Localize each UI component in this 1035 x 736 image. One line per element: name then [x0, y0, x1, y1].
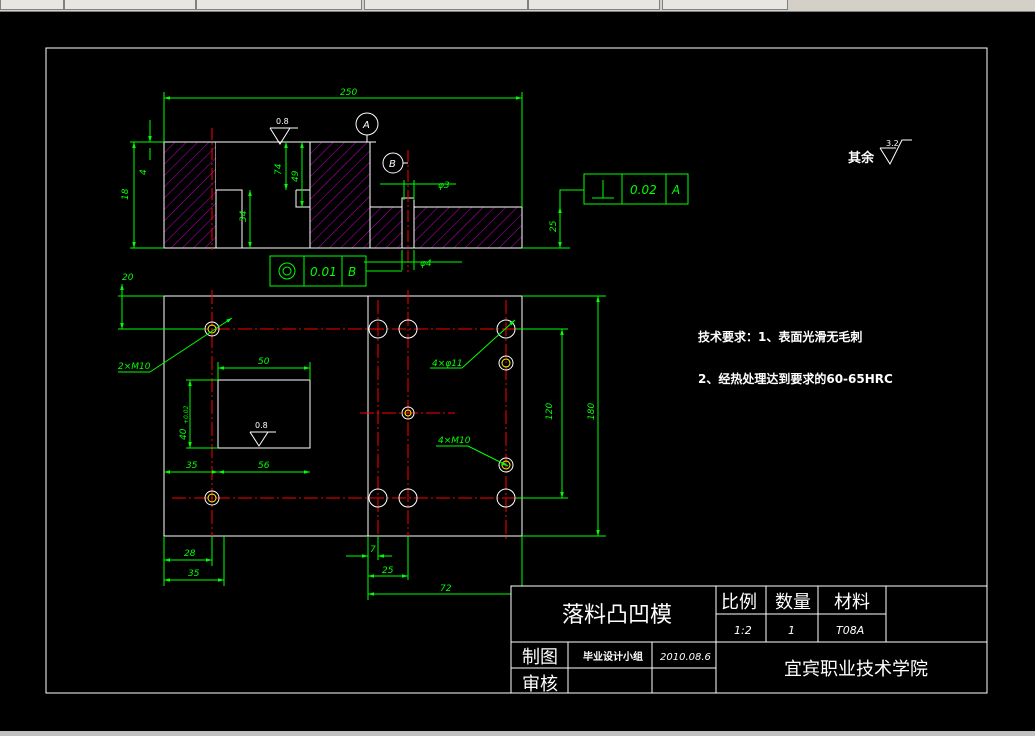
- plan-view: [163, 290, 548, 540]
- review-label: 审核: [522, 674, 558, 695]
- dim-text: 120: [545, 403, 555, 420]
- horizontal-scrollbar[interactable]: [0, 731, 1035, 736]
- dim-text: 74: [274, 163, 284, 175]
- dim-text: 34: [239, 210, 249, 222]
- concentricity-tolerance-frame: 0.01 B: [269, 255, 402, 287]
- scale-value: 1:2: [734, 624, 752, 637]
- dim-text: 25: [382, 566, 394, 576]
- roughness-symbol: 0.8: [269, 117, 298, 145]
- dim-text: φ3: [438, 181, 450, 191]
- dim-text: 250: [340, 88, 357, 98]
- drawn-by: 毕业设计小组: [583, 650, 643, 663]
- dim-text: 7: [370, 545, 376, 555]
- window-tab[interactable]: [196, 0, 362, 10]
- dim-text: φ4: [420, 259, 432, 269]
- dim-text: +0.02: [183, 405, 190, 424]
- drawn-date: 2010.08.6: [660, 652, 711, 663]
- svg-text:A: A: [362, 120, 370, 131]
- school-name: 宜宾职业技术学院: [784, 659, 928, 680]
- roughness-symbol: 0.8: [249, 421, 276, 447]
- dim-text: 25: [549, 220, 559, 232]
- window-tab[interactable]: [662, 0, 788, 10]
- dim-text: 2×M10: [118, 362, 151, 372]
- dim-text: 4×M10: [438, 436, 471, 446]
- datum-a: A: [355, 112, 379, 143]
- roughness-value: 0.8: [276, 117, 289, 126]
- svg-text:B: B: [389, 159, 396, 170]
- dim-text: 50: [258, 357, 270, 367]
- material-value: T08A: [836, 624, 864, 637]
- rest-roughness-label: 其余: [848, 150, 875, 166]
- dim-text: 4×φ11: [432, 359, 463, 369]
- quantity-value: 1: [788, 624, 795, 637]
- dim-text: 180: [587, 403, 597, 420]
- dim-text: 28: [184, 549, 196, 559]
- part-name: 落料凸凹模: [562, 603, 672, 628]
- tolerance-datum: A: [671, 183, 680, 197]
- dim-text: 35: [188, 569, 200, 579]
- dim-text: 35: [186, 461, 198, 471]
- window-tab[interactable]: [528, 0, 660, 10]
- window-tab[interactable]: [64, 0, 196, 10]
- datum-b: B: [382, 152, 408, 174]
- cad-drawing-canvas[interactable]: 250 18 4 74 49 34 25 φ3 φ4 0.8 A B 0.02 …: [0, 12, 1035, 736]
- dim-text: 20: [122, 273, 134, 283]
- section-view: [163, 128, 523, 272]
- tech-requirement-2: 2、经热处理达到要求的60-65HRC: [698, 371, 893, 386]
- title-block: 落料凸凹模 比例 数量 材料 1:2 1 T08A 制图 审核 毕业设计小组 2…: [510, 585, 988, 695]
- dim-text: 40: [179, 428, 189, 440]
- roughness-value: 0.8: [255, 421, 268, 430]
- tech-requirement-1: 技术要求：1、表面光滑无毛刺: [698, 329, 862, 344]
- tolerance-value: 0.01: [310, 265, 337, 279]
- dim-text: 49: [291, 170, 301, 182]
- scale-label: 比例: [721, 592, 757, 613]
- quantity-label: 数量: [775, 592, 811, 613]
- taskbar: [0, 0, 1035, 12]
- rest-roughness: 其余 3.2: [848, 139, 912, 166]
- rest-roughness-value: 3.2: [886, 139, 899, 148]
- window-tab[interactable]: [364, 0, 528, 10]
- window-tab[interactable]: [0, 0, 64, 10]
- dim-text: 18: [121, 188, 131, 200]
- material-label: 材料: [834, 592, 870, 613]
- dim-text: 4: [139, 169, 149, 175]
- tolerance-value: 0.02: [630, 183, 657, 197]
- drawn-label: 制图: [522, 647, 558, 668]
- perpendicularity-tolerance-frame: 0.02 A: [559, 173, 689, 207]
- tolerance-datum: B: [348, 265, 356, 279]
- dim-text: 56: [258, 461, 270, 471]
- dim-text: 72: [440, 584, 452, 594]
